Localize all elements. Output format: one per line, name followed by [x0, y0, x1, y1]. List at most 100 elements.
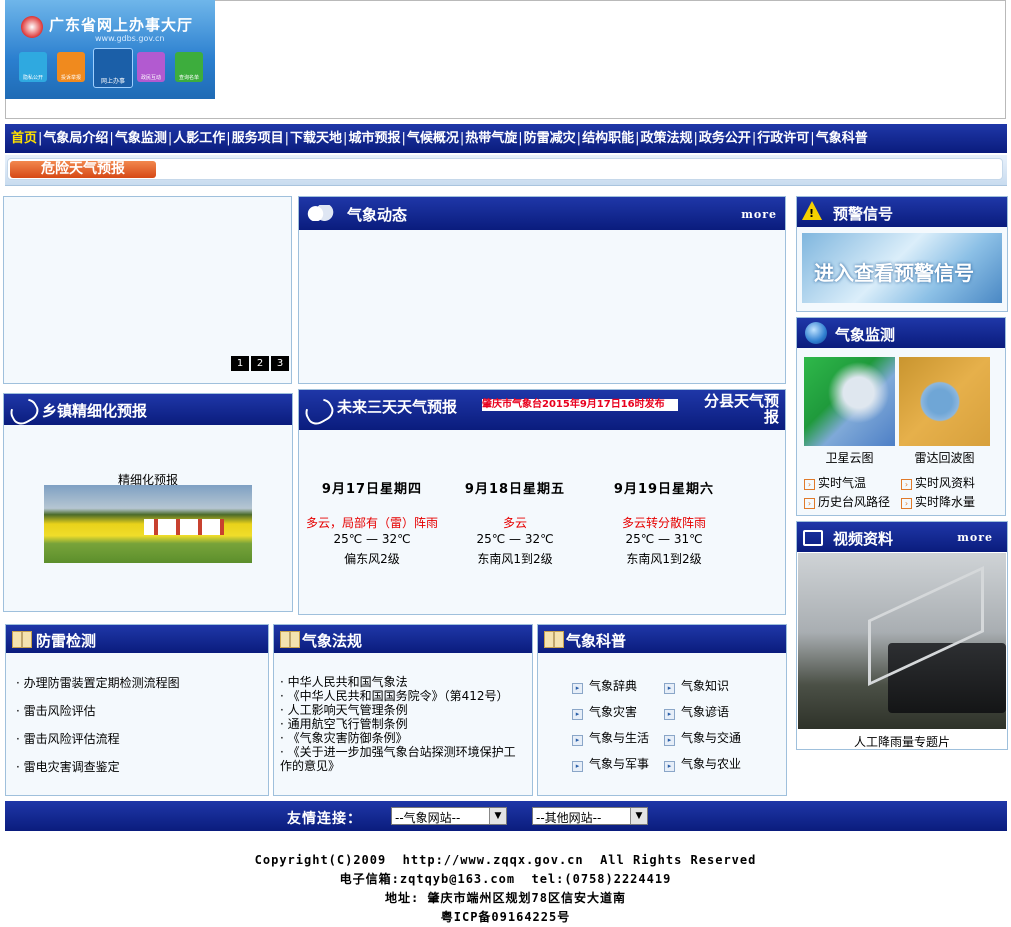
logo-tile: 政民互动	[137, 52, 165, 82]
danger-weather-track	[7, 158, 1003, 180]
nav-item[interactable]: 防雷减灾	[524, 131, 576, 146]
video-more-link[interactable]: more	[957, 531, 993, 544]
law-link[interactable]: · 通用航空飞行管制条例	[280, 717, 526, 731]
nav-item[interactable]: 首页	[11, 131, 37, 146]
logo-tiles: 隐私公开 投诉举报 网上办事 政民互动 查询名单	[19, 48, 205, 88]
logo-url: www.gdbs.gov.cn	[95, 34, 165, 43]
slide-page-2[interactable]: 2	[251, 356, 269, 371]
township-image[interactable]	[44, 485, 252, 563]
footer-copyright: Copyright(C)2009 http://www.zqqx.gov.cn …	[254, 853, 757, 867]
science-link[interactable]: ▸ 气象辞典	[572, 677, 637, 694]
law-link[interactable]: · 《气象灾害防御条例》	[280, 731, 526, 745]
forecast-day: 9月18日星期五 多云 25℃ — 32℃ 东南风1到2级	[445, 478, 585, 567]
monitor-link-typhoon[interactable]: › 历史台风路径	[804, 493, 890, 510]
other-sites-select[interactable]: --其他网站-- ▼	[532, 807, 648, 825]
forecast-temp: 25℃ — 32℃	[476, 532, 554, 546]
nav-item[interactable]: 政策法规	[640, 131, 692, 146]
science-link[interactable]: ▸ 气象与交通	[664, 729, 741, 746]
forecast-weather: 多云，局部有（雷）阵雨	[305, 516, 438, 530]
radar-caption[interactable]: 雷达回波图	[899, 449, 990, 466]
warning-exclaim-icon: !	[809, 207, 815, 220]
science-link[interactable]: ▸ 气象知识	[664, 677, 729, 694]
forecast-date: 9月17日星期四	[321, 482, 423, 497]
law-link[interactable]: · 中华人民共和国气象法	[280, 675, 526, 689]
video-caption[interactable]: 人工降雨量专题片	[797, 733, 1007, 750]
bullet-arrow-icon: ▸	[572, 709, 583, 720]
lightning-link[interactable]: · 雷电灾害调查鉴定	[16, 758, 180, 786]
law-link-list: · 中华人民共和国气象法 · 《中华人民共和国国务院令》（第412号） · 人工…	[280, 675, 526, 773]
radar-image[interactable]	[899, 357, 990, 446]
nav-item[interactable]: 政务公开	[699, 131, 751, 146]
science-link[interactable]: ▸ 气象与军事	[572, 755, 649, 772]
nav-separator: |	[226, 131, 231, 146]
forecast-weather: 多云	[502, 516, 527, 530]
science-link[interactable]: ▸ 气象灾害	[572, 703, 637, 720]
law-link[interactable]: · 人工影响天气管理条例	[280, 703, 526, 717]
bullet-arrow-icon: ▸	[664, 735, 675, 746]
county-forecast-link[interactable]: 分县天气预报	[691, 393, 779, 425]
monitor-link-wind[interactable]: › 实时风资料	[901, 474, 975, 491]
lightning-link[interactable]: · 办理防雷装置定期检测流程图	[16, 674, 180, 702]
slide-page-3[interactable]: 3	[271, 356, 289, 371]
weather-news-title: 气象动态	[347, 206, 408, 224]
monitor-link-rain[interactable]: › 实时降水量	[901, 493, 975, 510]
nav-separator: |	[810, 131, 815, 146]
video-title: 视频资料	[833, 530, 894, 548]
nav-separator: |	[635, 131, 640, 146]
monitor-link-temperature[interactable]: › 实时气温	[804, 474, 866, 491]
nav-item[interactable]: 下载天地	[290, 131, 342, 146]
warning-banner-link[interactable]: 进入查看预警信号	[802, 233, 1002, 303]
satellite-caption[interactable]: 卫星云图	[804, 449, 895, 466]
danger-weather-tab[interactable]: 危险天气预报	[10, 161, 156, 178]
footer-icp[interactable]: 粤ICP备09164225号	[0, 908, 1011, 927]
nav-separator: |	[38, 131, 43, 146]
science-title: 气象科普	[566, 632, 627, 650]
weather-news-more-link[interactable]: more	[741, 208, 777, 221]
nav-item[interactable]: 结构职能	[582, 131, 634, 146]
lightning-title: 防雷检测	[36, 632, 97, 650]
logo-tile: 隐私公开	[19, 52, 47, 82]
township-title: 乡镇精细化预报	[42, 402, 148, 420]
nav-item[interactable]: 气象局介绍	[43, 131, 108, 146]
nav-separator: |	[401, 131, 406, 146]
video-panel: 视频资料 more 人工降雨量专题片	[796, 521, 1008, 750]
nav-item[interactable]: 人影工作	[173, 131, 225, 146]
lightning-panel: 防雷检测 · 办理防雷装置定期检测流程图 · 雷击风险评估 · 雷击风险评估流程…	[5, 624, 269, 796]
nav-item[interactable]: 城市预报	[348, 131, 400, 146]
nav-item[interactable]: 行政许可	[757, 131, 809, 146]
science-link[interactable]: ▸ 气象与农业	[664, 755, 741, 772]
lightning-link[interactable]: · 雷击风险评估	[16, 702, 180, 730]
lightning-link-list: · 办理防雷装置定期检测流程图 · 雷击风险评估 · 雷击风险评估流程 · 雷电…	[16, 674, 180, 786]
nav-item[interactable]: 服务项目	[232, 131, 284, 146]
image-slideshow: 1 2 3	[3, 196, 292, 384]
book-icon	[12, 631, 32, 648]
weather-sites-select[interactable]: --气象网站-- ▼	[391, 807, 507, 825]
law-link[interactable]: · 《中华人民共和国国务院令》（第412号）	[280, 689, 526, 703]
law-link[interactable]: · 《关于进一步加强气象台站探测环境保护工作的意见》	[280, 745, 526, 773]
slide-page-1[interactable]: 1	[231, 356, 249, 371]
arrow-icon: ›	[901, 479, 912, 490]
satellite-dish-icon	[300, 393, 338, 429]
nav-item[interactable]: 气候概况	[407, 131, 459, 146]
video-thumbnail[interactable]	[798, 553, 1006, 729]
video-header: 视频资料 more	[797, 522, 1007, 552]
science-link[interactable]: ▸ 气象与生活	[572, 729, 649, 746]
gd-portal-logo[interactable]: 广东省网上办事大厅 www.gdbs.gov.cn 隐私公开 投诉举报 网上办事…	[5, 0, 215, 99]
logo-tile: 投诉举报	[57, 52, 85, 82]
forecast-temp: 25℃ — 32℃	[333, 532, 411, 546]
nav-item[interactable]: 气象监测	[115, 131, 167, 146]
monitor-panel: 气象监测 卫星云图 雷达回波图 › 实时气温 › 实时风资料 › 历史台风路径 › 实时…	[796, 317, 1006, 516]
bullet-arrow-icon: ▸	[572, 683, 583, 694]
forecast-temp: 25℃ — 31℃	[625, 532, 703, 546]
nav-item[interactable]: 热带气旋	[465, 131, 517, 146]
township-image-houses	[144, 519, 224, 535]
book-icon	[280, 631, 300, 648]
satellite-image[interactable]	[804, 357, 895, 446]
science-link[interactable]: ▸ 气象谚语	[664, 703, 729, 720]
footer-contact: 电子信箱:zqtqyb@163.com tel:(0758)2224419	[339, 872, 672, 886]
lightning-link[interactable]: · 雷击风险评估流程	[16, 730, 180, 758]
slide-pager: 1 2 3	[231, 356, 289, 371]
nav-item[interactable]: 气象科普	[816, 131, 868, 146]
bullet-arrow-icon: ▸	[572, 761, 583, 772]
friend-links-label: 友情连接：	[287, 811, 362, 827]
